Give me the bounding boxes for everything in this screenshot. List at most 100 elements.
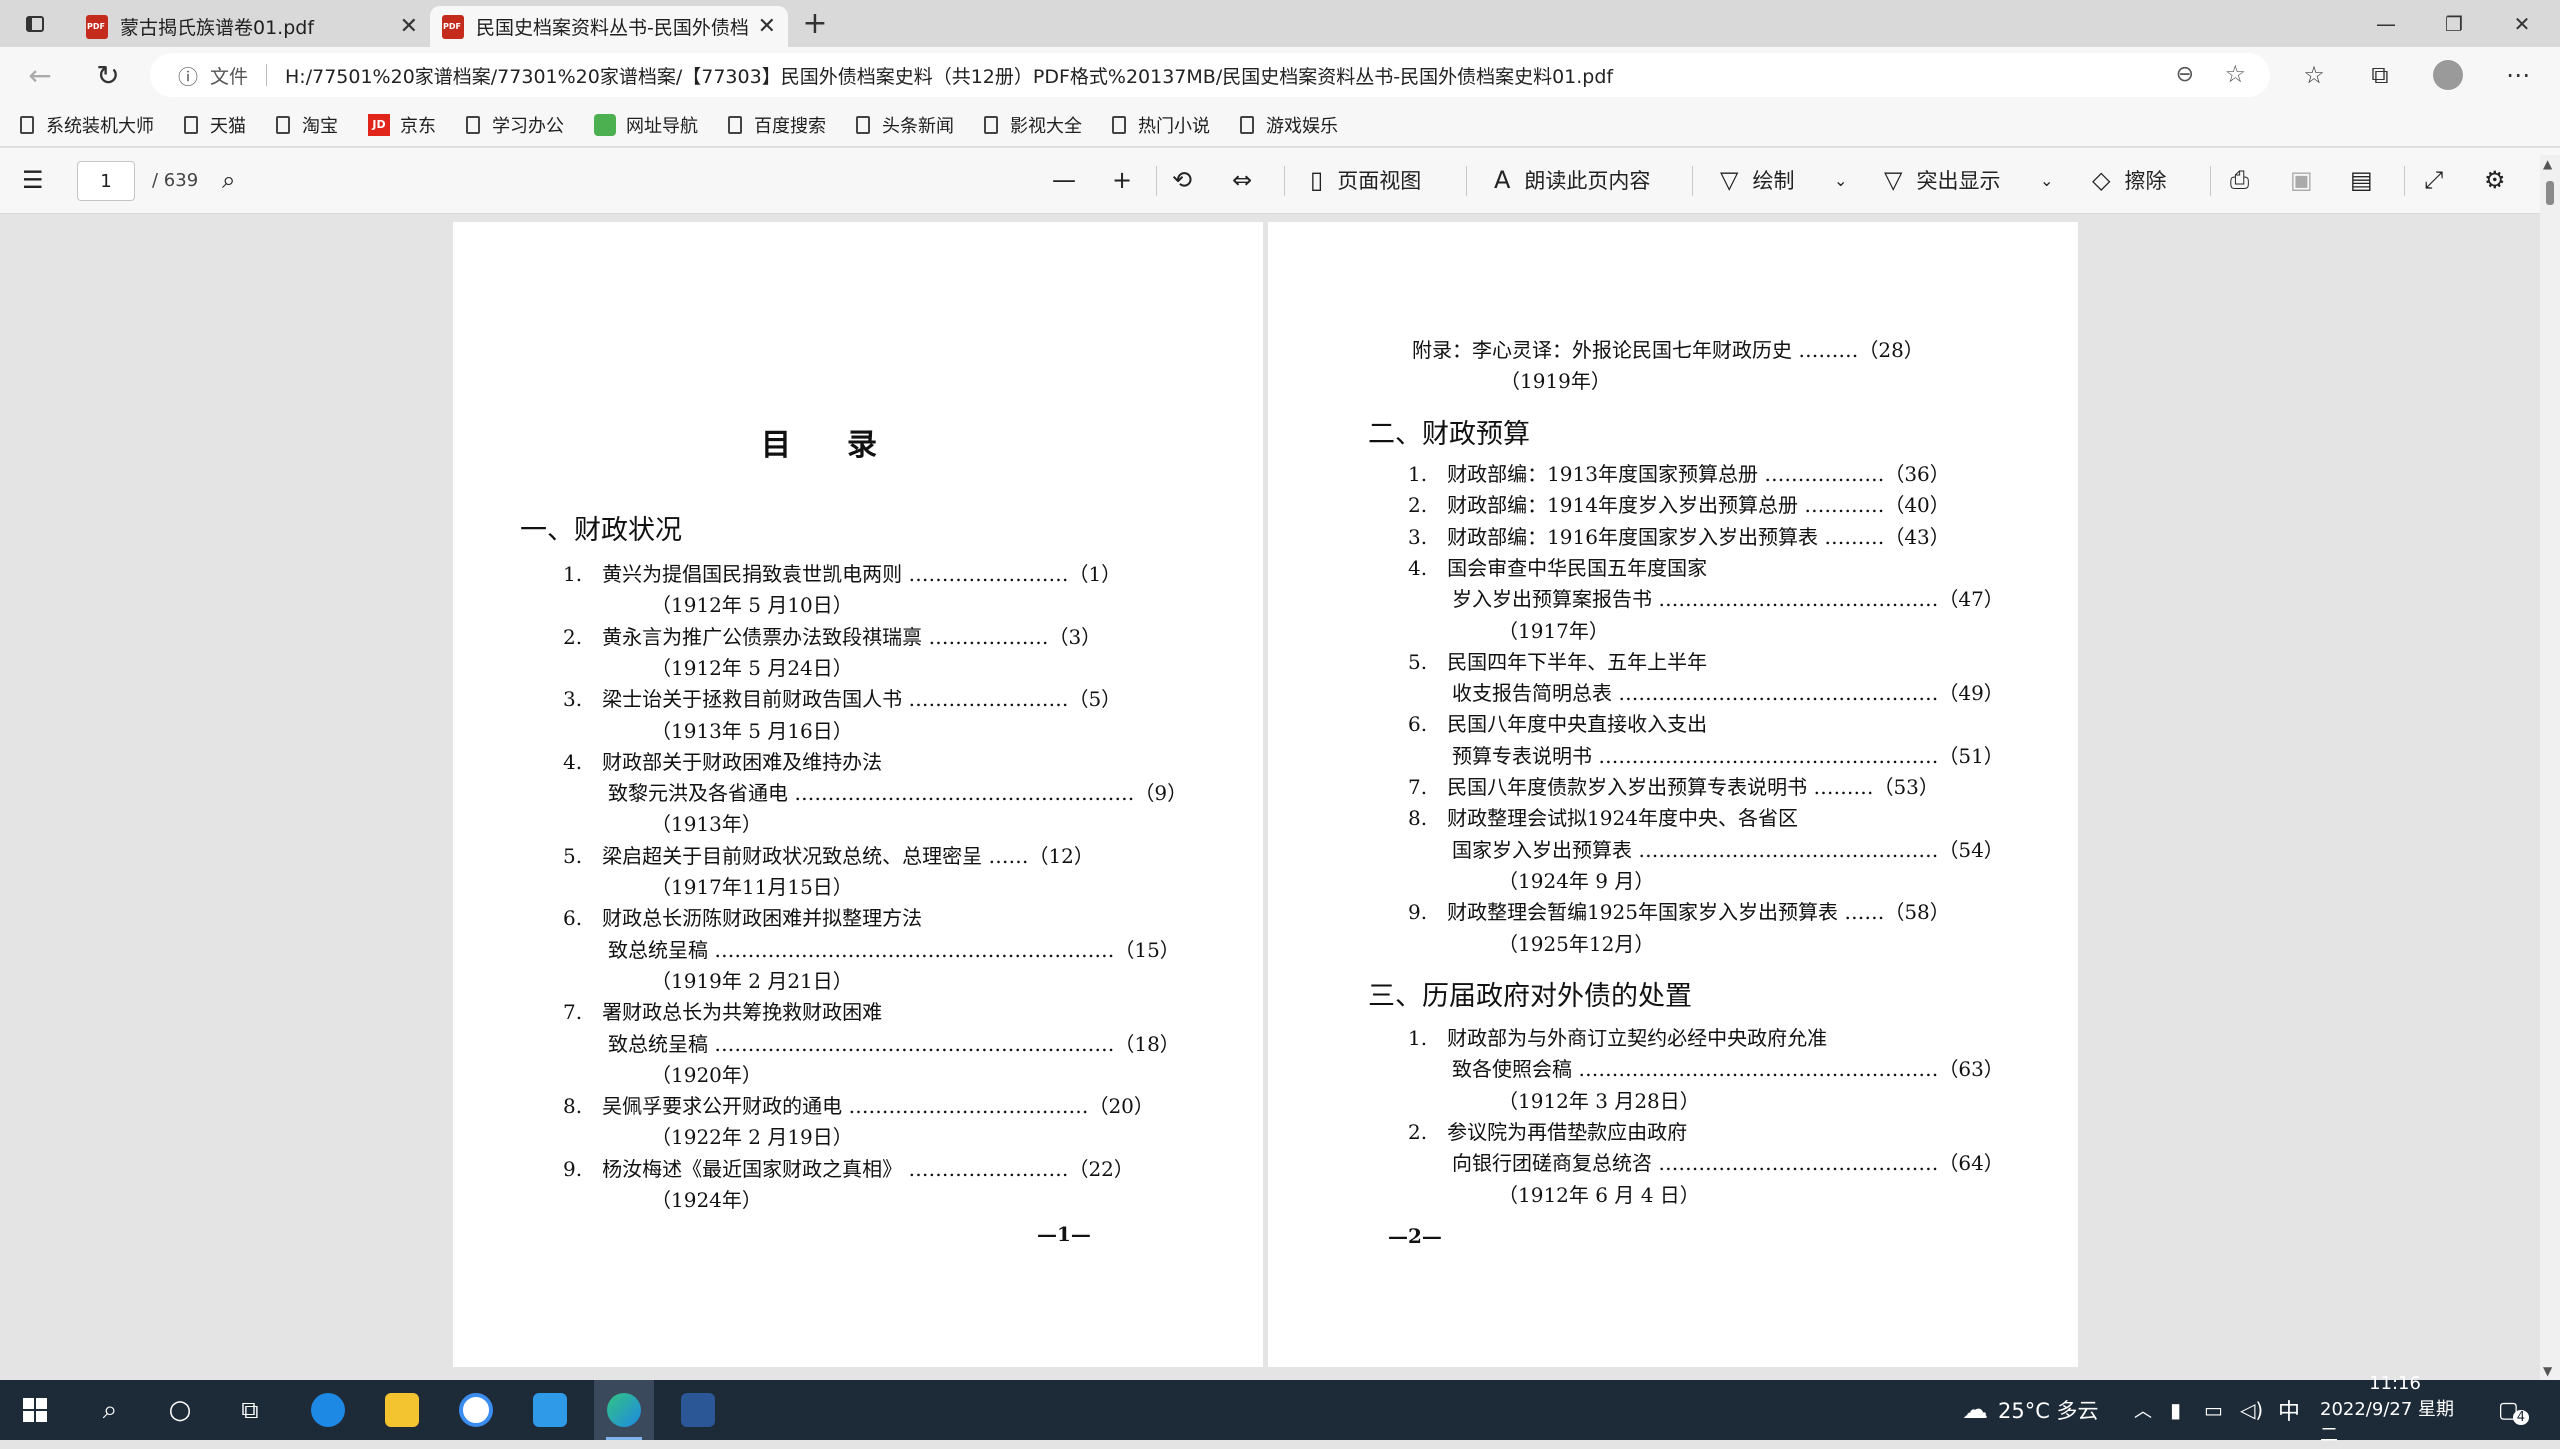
favorite-item[interactable]: 影视大全 [984,112,1082,138]
zoom-out-button[interactable]: — [1052,158,1090,202]
toc-line: 1. 黄兴为提倡国民捐致袁世凯电两则 ……………………（1） [563,562,1122,586]
favorite-item[interactable]: 系统装机大师 [20,112,154,138]
print-button[interactable]: ⎙ [2230,158,2263,202]
toc-line: 8. 财政整理会试拟1924年度中央、各省区 [1408,806,1798,831]
avatar [2433,60,2463,90]
maximize-button[interactable]: ❐ [2420,0,2488,47]
draw-button[interactable]: ▽ 绘制 [1720,158,1794,202]
contents-button[interactable]: ☰ [22,158,58,202]
favorite-item[interactable]: 学习办公 [466,112,564,138]
tray-app-icon[interactable]: ▮ [2170,1380,2181,1440]
page-total: / 639 [152,169,199,191]
volume-icon[interactable]: ◁) [2240,1380,2263,1440]
taskbar-app-edge[interactable] [594,1380,654,1440]
erase-button[interactable]: ◇ 擦除 [2092,158,2166,202]
favorite-item[interactable]: 淘宝 [276,112,338,138]
close-tab-icon[interactable]: ✕ [758,14,776,39]
search-button[interactable]: ⌕ [84,1380,136,1440]
scrollbar-thumb[interactable] [2546,181,2554,205]
toc-title: 目录 [761,428,933,463]
favorite-item[interactable]: 网址导航 [594,112,698,138]
minimize-button[interactable]: — [2352,0,2420,47]
cloud-sun-icon: ☁ [1962,1395,1988,1425]
collections-button[interactable]: ⧉ [2362,57,2398,93]
toc-line: 2. 黄永言为推广公债票办法致段祺瑞禀 ………………（3） [563,624,1102,649]
tab-actions-icon [26,15,44,32]
page-number-input[interactable]: 1 [77,161,135,201]
rotate-button[interactable]: ⟲ [1172,158,1206,202]
folder-icon [385,1393,419,1427]
toc-line: 岁入岁出预算案报告书 ……………………………………（47） [1452,587,2004,612]
read-aloud-label: 朗读此页内容 [1524,169,1651,193]
tab-active[interactable]: 民国史档案资料丛书-民国外债档 ✕ [430,6,788,47]
refresh-button[interactable]: ↻ [88,55,128,95]
zoom-in-button[interactable]: + [1112,158,1146,202]
zoom-icon[interactable]: ⊖ [2176,62,2194,87]
new-tab-button[interactable]: + [790,0,840,47]
toc-line: （1925年12月） [1498,931,1655,956]
highlight-label: 突出显示 [1916,169,2001,193]
clock[interactable]: 11:16 2022/9/27 星期二 [2320,1373,2470,1446]
page-view-button[interactable]: ▯ 页面视图 [1310,158,1421,202]
highlight-button[interactable]: ▽ 突出显示 [1884,158,2000,202]
taskbar-app-p[interactable] [520,1380,580,1440]
pdf-settings-button[interactable]: ⚙ [2484,158,2520,202]
cortana-button[interactable]: ○ [154,1380,206,1440]
url-text[interactable]: H:/77501%20家谱档案/77301%20家谱档案/【77303】民国外债… [285,62,1613,89]
start-button[interactable] [10,1380,60,1440]
favorite-item[interactable]: 天猫 [184,112,246,138]
favorite-item[interactable]: 头条新闻 [856,112,954,138]
network-icon[interactable]: ▭ [2204,1380,2223,1440]
plus-icon: + [1112,166,1133,194]
scroll-down-icon[interactable]: ▼ [2543,1364,2552,1378]
toc-line: 4. 国会审查中华民国五年度国家 [1408,555,1708,580]
favorite-label: 学习办公 [492,115,564,137]
settings-more-button[interactable]: ⋯ [2500,57,2536,93]
weather-widget[interactable]: ☁ 25°C 多云 [1962,1380,2099,1440]
favorite-label: 网址导航 [626,115,698,137]
show-hidden-icons[interactable]: ︿ [2134,1380,2152,1440]
favorite-item[interactable]: JD 京东 [368,112,436,138]
profile-button[interactable] [2430,57,2466,93]
notification-center[interactable]: ▢ 4 [2498,1380,2530,1440]
draw-options-button[interactable]: ⌄ [1834,158,1861,202]
vertical-scrollbar[interactable]: ▲ ▼ [2540,155,2560,1380]
taskbar-app-explorer[interactable] [372,1380,432,1440]
url-field[interactable]: ⓘ 文件 H:/77501%20家谱档案/77301%20家谱档案/【77303… [150,53,2270,97]
read-aloud-button[interactable]: A 朗读此页内容 [1494,158,1650,202]
close-window-button[interactable]: ✕ [2488,0,2556,47]
tab-actions-button[interactable] [0,0,70,47]
favorite-item[interactable]: 游戏娱乐 [1240,112,1338,138]
taskbar-app-baidu-netdisk[interactable] [446,1380,506,1440]
info-icon[interactable]: ⓘ [178,61,198,90]
toc-line: 8. 吴佩孚要求公开财政的通电 ………………………………（20） [563,1094,1154,1119]
favorite-item[interactable]: 百度搜索 [728,112,826,138]
find-button[interactable]: ⌕ [222,158,249,202]
toc-line: 5. 梁启超关于目前财政状况致总统、总理密呈 ……（12） [563,843,1094,868]
close-tab-icon[interactable]: ✕ [400,14,418,39]
save-as-button[interactable]: ▤ [2350,158,2387,202]
favorite-item[interactable]: 热门小说 [1112,112,1210,138]
restore-icon: ❐ [2445,11,2463,36]
windows-icon [23,1398,47,1422]
ime-indicator[interactable]: 中 [2278,1380,2300,1440]
highlight-icon: ▽ [1884,166,1903,194]
taskbar-app-browser-q[interactable] [298,1380,358,1440]
toc-line: （1912年 5 月10日） [651,593,853,618]
taskbar-app-word[interactable] [668,1380,728,1440]
scroll-up-icon[interactable]: ▲ [2543,157,2552,171]
task-view-button[interactable]: ⧉ [224,1380,276,1440]
fit-width-button[interactable]: ⇔ [1232,158,1266,202]
tab-inactive[interactable]: 蒙古揭氏族谱卷01.pdf ✕ [74,6,430,47]
page-icon [984,115,998,134]
favorites-button[interactable]: ☆ [2296,57,2332,93]
tab-strip: 蒙古揭氏族谱卷01.pdf ✕ 民国史档案资料丛书-民国外债档 ✕ + — ❐ … [0,0,2560,47]
highlight-options-button[interactable]: ⌄ [2040,158,2067,202]
save-button[interactable]: ▣ [2290,158,2327,202]
favorite-label: 影视大全 [1010,115,1082,137]
read-aloud-icon: A [1494,166,1511,194]
erase-label: 擦除 [2124,169,2167,193]
fullscreen-button[interactable]: ⤢ [2424,158,2457,202]
add-favorite-icon[interactable]: ☆ [2224,60,2246,88]
back-button[interactable]: ← [20,55,60,95]
